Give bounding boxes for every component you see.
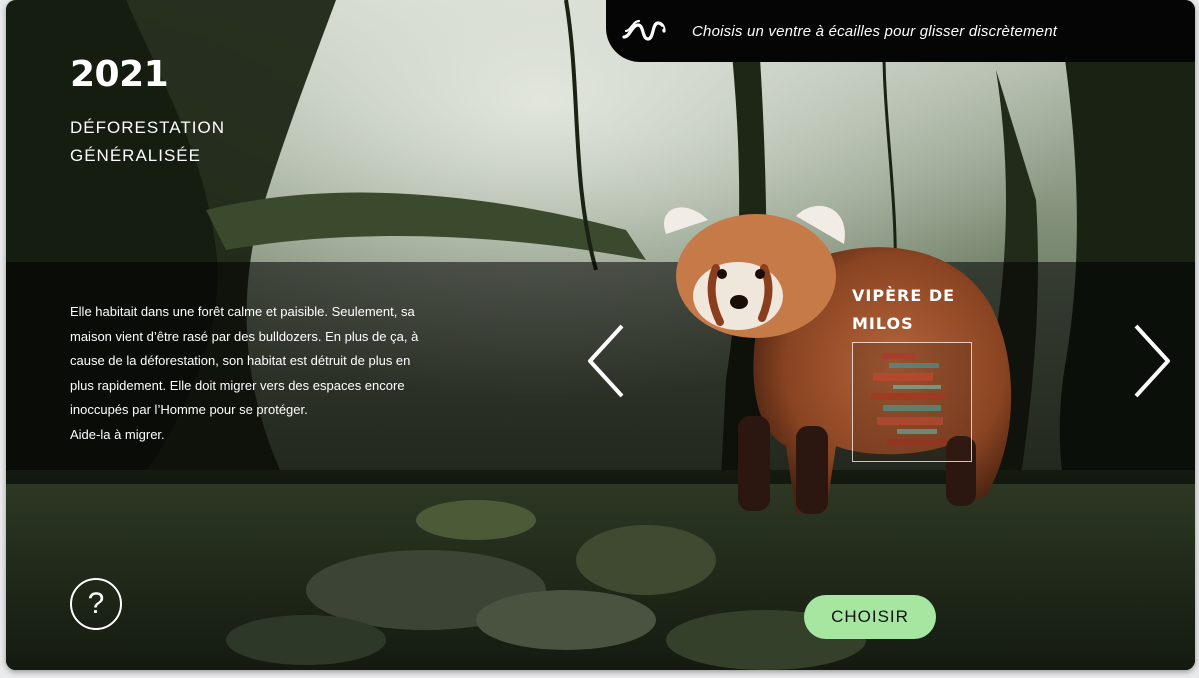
glitch-pattern-icon	[871, 353, 947, 445]
species-name: VIPÈRE DE MILOS	[852, 282, 972, 338]
previous-arrow-icon[interactable]	[584, 322, 630, 400]
species-name-line: MILOS	[852, 314, 914, 333]
scenario-title-line: DÉFORESTATION	[70, 118, 225, 137]
story-line: inoccupés par l’Homme pour se protéger.	[70, 402, 308, 417]
ability-hint-text: Choisis un ventre à écailles pour glisse…	[692, 22, 1058, 40]
story-line: cause de la déforestation, son habitat e…	[70, 353, 411, 368]
story-line: plus rapidement. Elle doit migrer vers d…	[70, 377, 405, 393]
scenario-title: DÉFORESTATION GÉNÉRALISÉE	[70, 114, 290, 170]
ability-hint-bar: Choisis un ventre à écailles pour glisse…	[606, 0, 1195, 62]
next-arrow-icon[interactable]	[1128, 322, 1174, 400]
story-line: maison vient d’être rasé par des bulldoz…	[70, 328, 419, 344]
story-line: Aide-la à migrer.	[70, 426, 165, 442]
species-name-line: VIPÈRE DE	[852, 286, 956, 305]
snake-icon	[622, 19, 666, 41]
help-button[interactable]: ?	[70, 578, 122, 630]
choose-button[interactable]: CHOISIR	[804, 595, 936, 639]
year-heading: 2021	[70, 54, 169, 95]
scenario-title-line: GÉNÉRALISÉE	[70, 146, 201, 165]
game-screen: Choisis un ventre à écailles pour glisse…	[6, 0, 1195, 670]
story-description: Elle habitait dans une forêt calme et pa…	[70, 300, 460, 447]
story-line: Elle habitait dans une forêt calme et pa…	[70, 304, 415, 319]
species-thumbnail[interactable]	[852, 342, 972, 462]
